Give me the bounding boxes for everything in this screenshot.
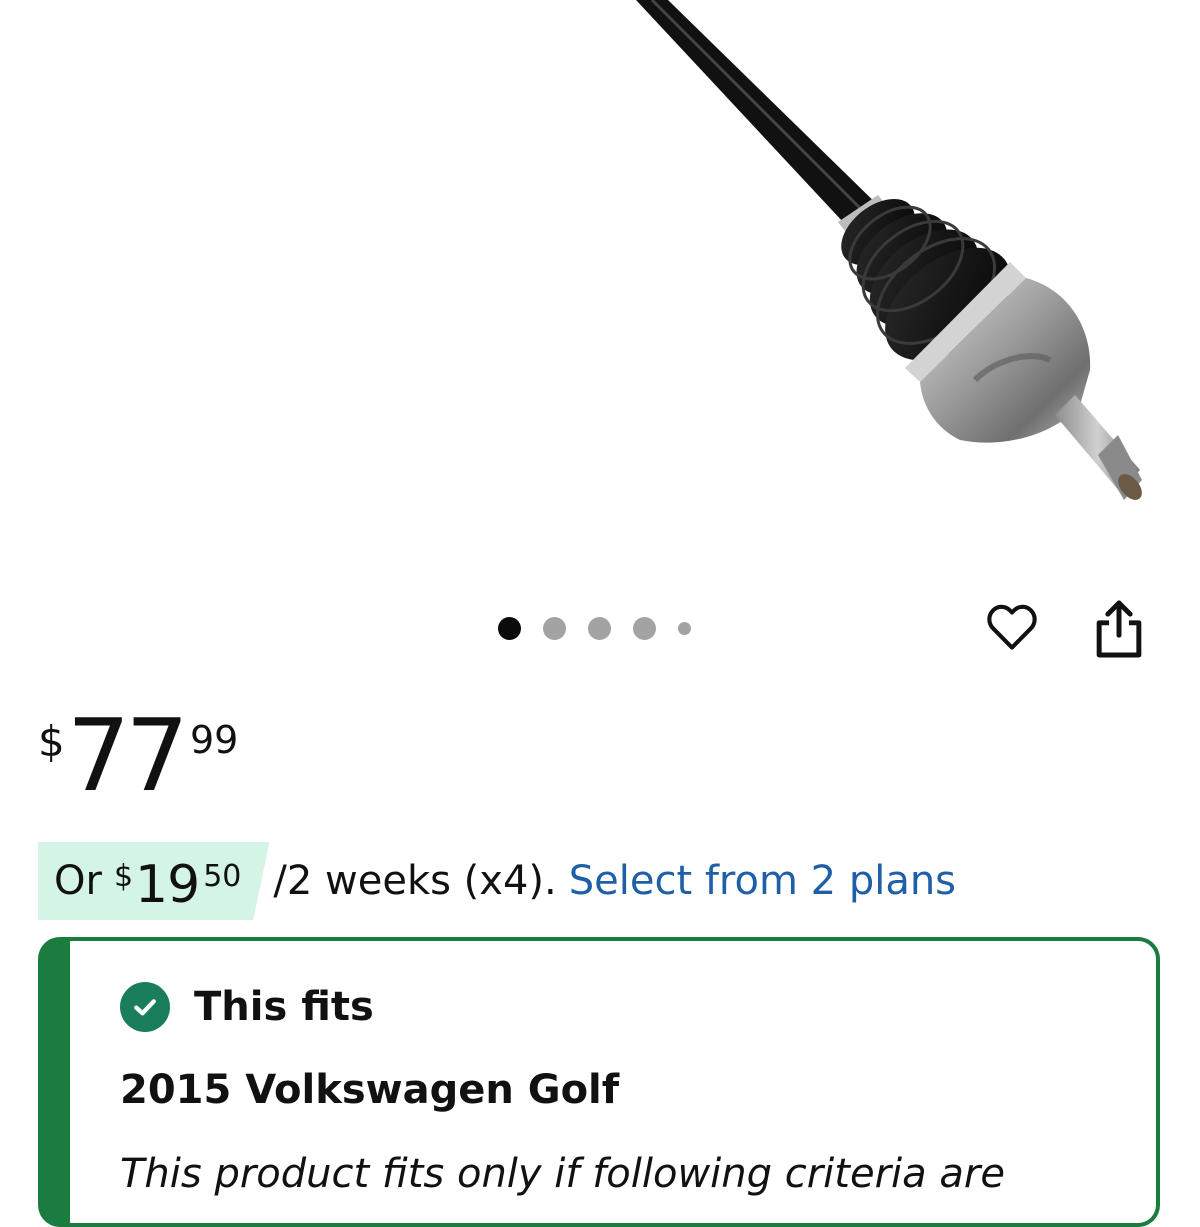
- cv-axle-image: [636, 0, 1142, 500]
- carousel-dot-5[interactable]: [678, 622, 691, 635]
- share-button[interactable]: [1094, 598, 1158, 662]
- installment-offer: Or $ 19 50 /2 weeks (x4). Select from 2 …: [38, 842, 956, 920]
- price-cents: 99: [189, 718, 239, 762]
- carousel-dot-3[interactable]: [588, 617, 611, 640]
- select-plans-link[interactable]: Select from 2 plans: [569, 858, 956, 904]
- price-whole: 77: [66, 697, 189, 814]
- installment-cents: 50: [203, 859, 242, 894]
- image-carousel-dots[interactable]: [498, 617, 713, 640]
- carousel-dot-4[interactable]: [633, 617, 656, 640]
- heart-icon: [987, 604, 1037, 650]
- installment-period: /2 weeks (x4).: [273, 858, 557, 904]
- price-currency: $: [38, 717, 65, 766]
- favorite-button[interactable]: [983, 598, 1047, 662]
- fitment-card: This fits 2015 Volkswagen Golf This prod…: [38, 937, 1160, 1227]
- product-price: $ 77 99: [38, 706, 238, 816]
- product-image[interactable]: [0, 0, 1200, 658]
- carousel-dot-2[interactable]: [543, 617, 566, 640]
- fitment-header: This fits: [120, 982, 374, 1032]
- share-icon: [1096, 600, 1142, 658]
- fitment-vehicle: 2015 Volkswagen Golf: [120, 1067, 620, 1113]
- fitment-title: This fits: [194, 984, 374, 1030]
- installment-prefix: Or: [54, 858, 102, 904]
- installment-currency: $: [113, 859, 134, 894]
- installment-badge: Or $ 19 50: [38, 842, 270, 920]
- fitment-note: This product fits only if following crit…: [120, 1151, 1005, 1197]
- installment-whole: 19: [135, 855, 200, 915]
- checkmark-icon: [120, 982, 170, 1032]
- carousel-dot-1[interactable]: [498, 617, 521, 640]
